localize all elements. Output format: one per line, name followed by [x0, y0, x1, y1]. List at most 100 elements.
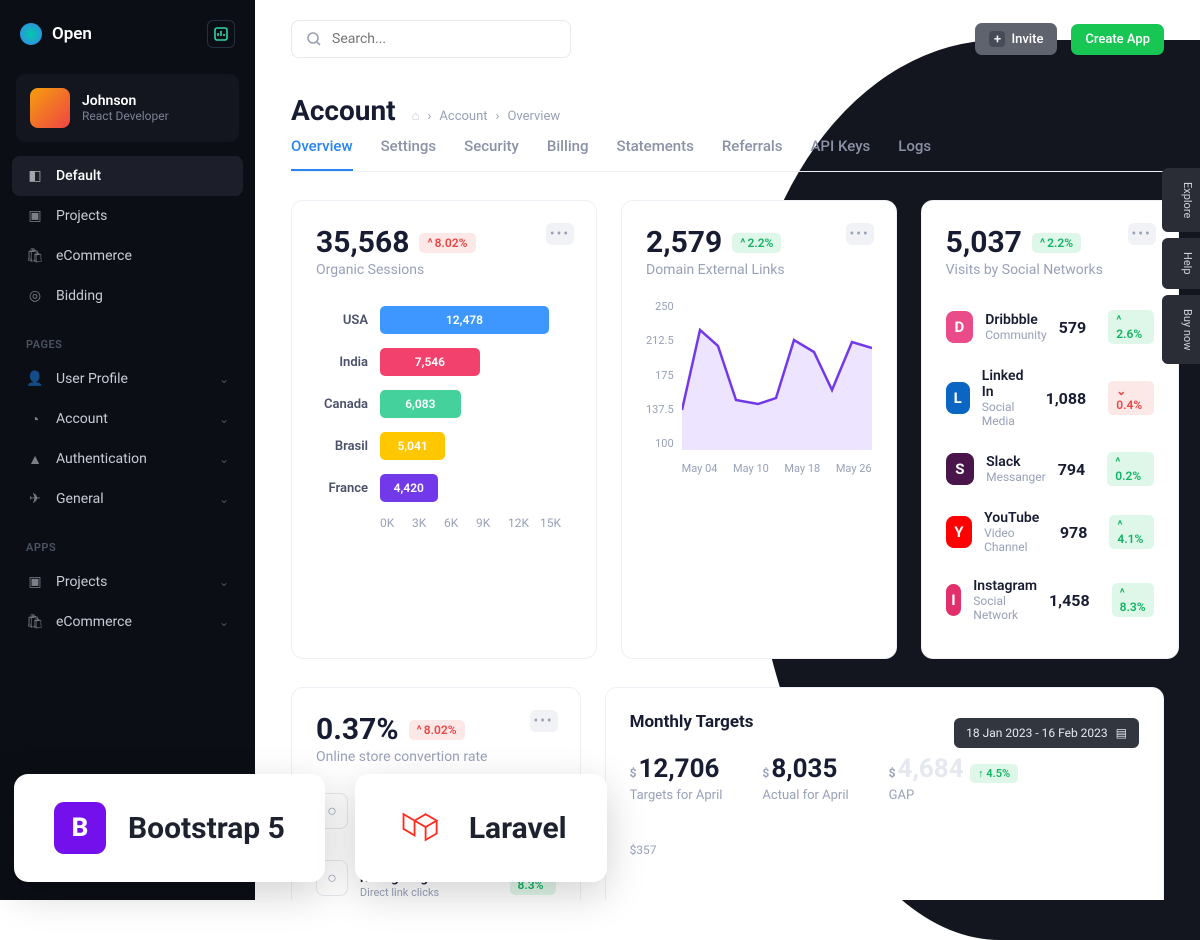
sidebar-item-general[interactable]: ✈General⌄ [12, 479, 243, 519]
nav-icon: ◔ [26, 410, 44, 428]
rail-explore[interactable]: Explore [1162, 168, 1200, 232]
social-icon: Y [946, 516, 972, 548]
section-label-apps: APPS [12, 519, 243, 562]
sidebar-item-projects[interactable]: ▣Projects⌄ [12, 562, 243, 602]
create-app-button[interactable]: Create App [1071, 24, 1164, 55]
card-menu-icon[interactable]: ••• [546, 223, 574, 245]
tab-referrals[interactable]: Referrals [722, 137, 783, 171]
tab-api-keys[interactable]: API Keys [810, 137, 870, 171]
tabs: Overview Settings Security Billing Statement… [291, 137, 1164, 172]
card-menu-icon[interactable]: ••• [1128, 223, 1156, 245]
tab-settings[interactable]: Settings [381, 137, 437, 171]
social-delta-badge: ^ 4.1% [1109, 515, 1153, 549]
user-name: Johnson [82, 93, 169, 109]
brand-text: Open [52, 24, 92, 44]
right-rail: Explore Help Buy now [1162, 168, 1200, 364]
sidebar-item-bidding[interactable]: ◎Bidding [12, 276, 243, 316]
avatar [30, 88, 70, 128]
rail-help[interactable]: Help [1162, 238, 1200, 289]
social-delta-badge: ⌄ 0.4% [1108, 381, 1153, 415]
area-chart [682, 300, 872, 450]
sidebar-item-default[interactable]: ◧Default [12, 156, 243, 196]
chevron-down-icon: ⌄ [219, 372, 229, 386]
search-icon [306, 31, 322, 47]
card-social: ••• 5,037 ^ 2.2% Visits by Social Networ… [921, 200, 1179, 659]
tab-security[interactable]: Security [464, 137, 519, 171]
breadcrumb-account[interactable]: Account [439, 109, 487, 124]
user-card[interactable]: Johnson React Developer [16, 74, 239, 142]
social-label: Visits by Social Networks [946, 262, 1154, 278]
tab-logs[interactable]: Logs [898, 137, 931, 171]
conv-delta-badge: ^ 8.02% [409, 720, 465, 740]
insights-icon[interactable] [207, 20, 235, 48]
targets-mini-y: $357 [630, 843, 1139, 857]
sidebar-item-projects[interactable]: ▣Projects [12, 196, 243, 236]
sidebar-item-ecommerce[interactable]: 🛍eCommerce⌄ [12, 602, 243, 642]
section-label-pages: PAGES [12, 316, 243, 359]
social-value: 5,037 [946, 225, 1022, 260]
chevron-down-icon: ⌄ [219, 452, 229, 466]
sidebar-item-user-profile[interactable]: 👤User Profile⌄ [12, 359, 243, 399]
card-menu-icon[interactable]: ••• [846, 223, 874, 245]
logo-icon [20, 23, 42, 45]
targets-title: Monthly Targets [630, 712, 754, 732]
social-delta-badge: ^ 0.2% [1107, 452, 1153, 486]
sidebar-item-ecommerce[interactable]: 🛍eCommerce [12, 236, 243, 276]
laravel-icon [395, 802, 447, 854]
card-sessions: ••• 35,568 ^ 8.02% Organic Sessions USA1… [291, 200, 597, 659]
sessions-delta-badge: ^ 8.02% [419, 233, 475, 253]
search-field[interactable] [332, 31, 556, 47]
invite-button[interactable]: + Invite [975, 23, 1057, 55]
social-icon: I [946, 584, 962, 616]
bar-row: Brasil5,041 [316, 432, 572, 460]
bar-row: Canada6,083 [316, 390, 572, 418]
sidebar-item-account[interactable]: ◔Account⌄ [12, 399, 243, 439]
card-targets: Monthly Targets 18 Jan 2023 - 16 Feb 202… [605, 687, 1164, 900]
main-content: + Invite Create App Account ⌂ › Account … [255, 0, 1200, 900]
target-block: $8,035Actual for April [762, 754, 848, 803]
social-row-slack[interactable]: SSlackMessanger794^ 0.2% [946, 440, 1154, 498]
social-row-linked-in[interactable]: LLinked InSocial Media1,088⌄ 0.4% [946, 356, 1154, 440]
nav-icon: ▣ [26, 207, 44, 225]
tab-statements[interactable]: Statements [617, 137, 694, 171]
home-icon[interactable]: ⌂ [412, 108, 420, 124]
target-block: $4,684 ↑ 4.5%GAP [889, 754, 1018, 803]
nav-icon: ◎ [26, 287, 44, 305]
page-title: Account [291, 94, 396, 127]
tab-overview[interactable]: Overview [291, 137, 353, 171]
calendar-icon: ▤ [1116, 726, 1127, 740]
rail-buy[interactable]: Buy now [1162, 295, 1200, 364]
social-delta-badge: ^ 2.2% [1032, 233, 1081, 253]
social-icon: S [946, 453, 974, 485]
nav-icon: ✈ [26, 490, 44, 508]
nav-icon: 🛍 [26, 247, 44, 265]
bar-row: USA12,478 [316, 306, 572, 334]
breadcrumb: ⌂ › Account › Overview [412, 108, 560, 124]
chevron-down-icon: ⌄ [219, 615, 229, 629]
card-menu-icon[interactable]: ••• [530, 710, 558, 732]
chevron-down-icon: ⌄ [219, 575, 229, 589]
chevron-down-icon: ⌄ [219, 492, 229, 506]
social-icon: L [946, 382, 970, 414]
date-range-chip[interactable]: 18 Jan 2023 - 16 Feb 2023 ▤ [954, 718, 1139, 748]
links-label: Domain External Links [646, 262, 872, 278]
sessions-label: Organic Sessions [316, 262, 572, 278]
card-links: ••• 2,579 ^ 2.2% Domain External Links 2… [621, 200, 897, 659]
tab-billing[interactable]: Billing [547, 137, 589, 171]
search-input[interactable] [291, 20, 571, 58]
sidebar: Open Johnson React Developer ◧Default▣Pr… [0, 0, 255, 900]
nav-icon: 👤 [26, 370, 44, 388]
chevron-down-icon: ⌄ [219, 412, 229, 426]
social-delta-badge: ^ 8.3% [1112, 583, 1154, 617]
sidebar-item-authentication[interactable]: ▲Authentication⌄ [12, 439, 243, 479]
social-row-youtube[interactable]: YYouTubeVideo Channel978^ 4.1% [946, 498, 1154, 566]
promo-laravel[interactable]: Laravel [355, 774, 607, 882]
promo-bootstrap[interactable]: B Bootstrap 5 [14, 774, 325, 882]
social-row-dribbble[interactable]: DDribbbleCommunity579^ 2.6% [946, 298, 1154, 356]
nav-icon: ▲ [26, 450, 44, 468]
social-row-instagram[interactable]: IInstagramSocial Network1,458^ 8.3% [946, 566, 1154, 634]
conv-label: Online store convertion rate [316, 749, 556, 765]
breadcrumb-overview: Overview [507, 109, 560, 124]
brand-logo[interactable]: Open [20, 23, 92, 45]
target-block: $12,706Targets for April [630, 754, 723, 803]
